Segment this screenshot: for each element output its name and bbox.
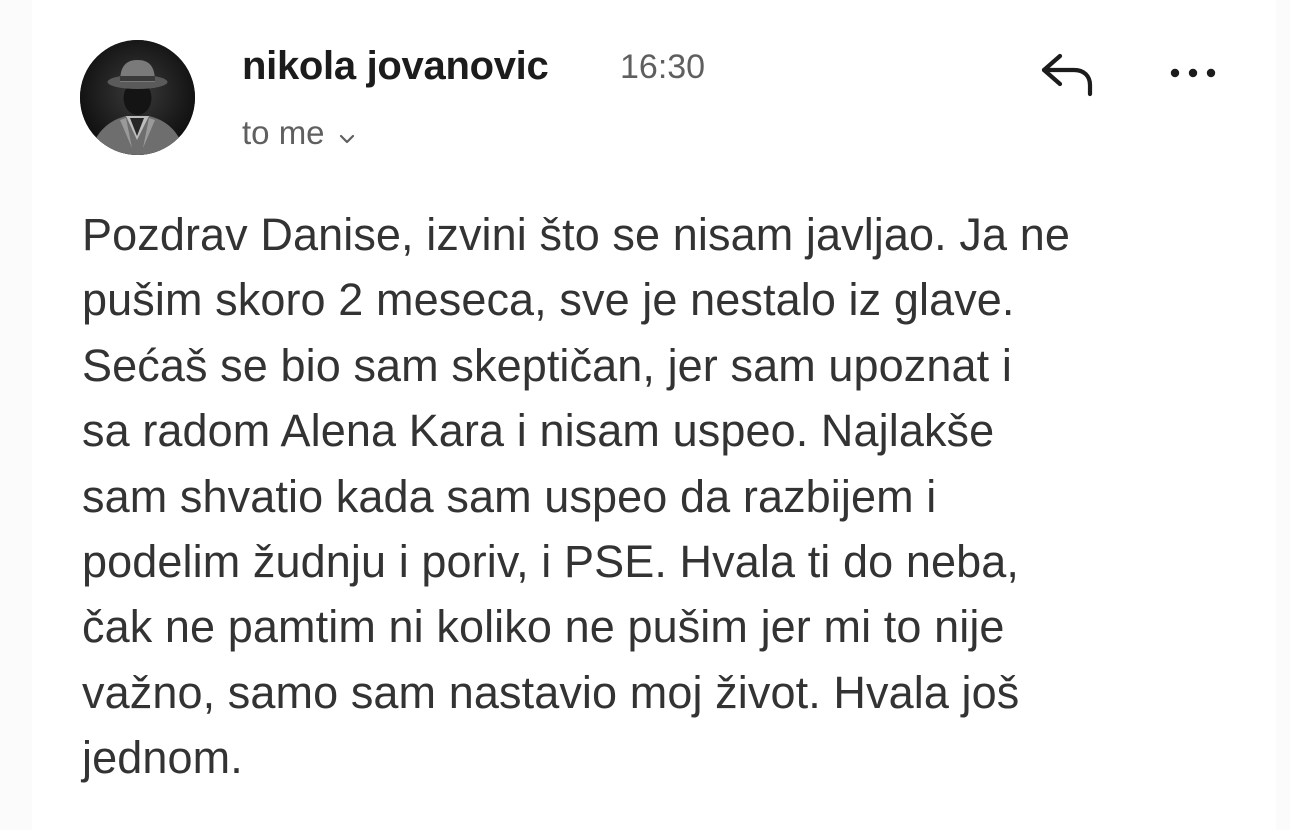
recipient-label: to me — [242, 114, 325, 151]
sender-avatar[interactable] — [80, 40, 195, 155]
sender-name: nikola jovanovic — [242, 44, 549, 88]
message-body: Pozdrav Danise, izvini što se nisam javl… — [82, 202, 1252, 791]
email-view: nikola jovanovic 16:30 to me Pozdrav Dan… — [0, 0, 1290, 830]
reply-arrow-icon — [1041, 53, 1093, 97]
reply-button[interactable] — [1040, 50, 1096, 98]
body-line: jednom. — [82, 732, 243, 784]
more-options-button[interactable] — [1165, 58, 1225, 88]
body-line: Sećaš se bio sam skeptičan, jer sam upoz… — [82, 339, 1012, 391]
message-time: 16:30 — [620, 48, 706, 86]
recipient-details-toggle[interactable]: to me — [242, 114, 355, 152]
body-line: sa radom Alena Kara i nisam uspeo. Najla… — [82, 405, 995, 457]
body-line: pušim skoro 2 meseca, sve je nestalo iz … — [82, 274, 1015, 326]
more-options-icon — [1170, 68, 1216, 78]
body-line: podelim žudnju i poriv, i PSE. Hvala ti … — [82, 536, 1019, 588]
body-line: čak ne pamtim ni koliko ne pušim jer mi … — [82, 601, 1005, 653]
body-line: Pozdrav Danise, izvini što se nisam javl… — [82, 209, 1070, 260]
body-line: sam shvatio kada sam uspeo da razbijem i — [82, 470, 937, 522]
chevron-down-icon — [339, 114, 355, 152]
body-line: važno, samo sam nastavio moj život. Hval… — [82, 666, 1020, 718]
